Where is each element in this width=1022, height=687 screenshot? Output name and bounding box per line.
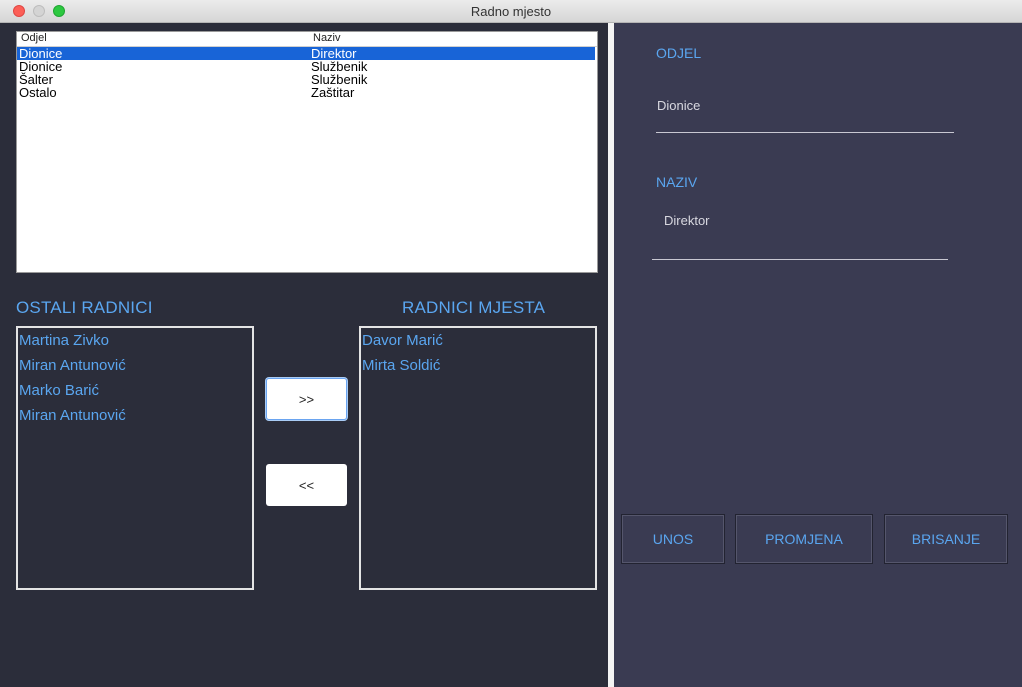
- add-to-mjesto-button[interactable]: >>: [266, 378, 347, 420]
- cell-odjel: Dionice: [19, 59, 63, 74]
- unos-button[interactable]: UNOS: [621, 514, 725, 564]
- title-bar: Radno mjesto: [0, 0, 1022, 23]
- list-item[interactable]: Marko Barić: [18, 378, 252, 403]
- left-panel: Odjel Naziv Dionice Direktor Dionice Slu…: [0, 23, 608, 687]
- column-header-naziv[interactable]: Naziv: [313, 32, 341, 46]
- radnici-mjesta-label: RADNICI MJESTA: [402, 298, 546, 317]
- table-row[interactable]: Dionice Direktor: [17, 47, 595, 60]
- table-row[interactable]: Dionice Službenik: [17, 60, 597, 73]
- ostali-radnici-label: OSTALI RADNICI: [16, 298, 153, 317]
- right-panel: ODJEL Dionice NAZIV Direktor UNOS PROMJE…: [614, 23, 1022, 687]
- promjena-button[interactable]: PROMJENA: [735, 514, 873, 564]
- brisanje-button[interactable]: BRISANJE: [884, 514, 1008, 564]
- radnici-mjesta-list[interactable]: Davor Marić Mirta Soldić: [359, 326, 597, 590]
- list-item[interactable]: Miran Antunović: [18, 403, 252, 428]
- odjel-field[interactable]: Dionice: [657, 98, 700, 113]
- radna-mjesta-table[interactable]: Odjel Naziv Dionice Direktor Dionice Slu…: [16, 31, 598, 273]
- column-header-odjel[interactable]: Odjel: [17, 32, 313, 46]
- cell-naziv: Zaštitar: [311, 85, 355, 100]
- remove-from-mjesto-button[interactable]: <<: [266, 464, 347, 506]
- cell-odjel: Ostalo: [19, 85, 57, 100]
- table-row[interactable]: Ostalo Zaštitar: [17, 86, 597, 99]
- ostali-radnici-list[interactable]: Martina Zivko Miran Antunović Marko Bari…: [16, 326, 254, 590]
- naziv-label: NAZIV: [656, 174, 698, 190]
- odjel-field-underline: [656, 132, 954, 133]
- list-item[interactable]: Mirta Soldić: [361, 353, 595, 378]
- list-item[interactable]: Miran Antunović: [18, 353, 252, 378]
- table-row[interactable]: Šalter Službenik: [17, 73, 597, 86]
- list-item[interactable]: Davor Marić: [361, 328, 595, 353]
- naziv-field-underline: [652, 259, 948, 260]
- list-item[interactable]: Martina Zivko: [18, 328, 252, 353]
- window-title: Radno mjesto: [470, 4, 552, 19]
- table-header: Odjel Naziv: [17, 32, 597, 47]
- cell-odjel: Šalter: [19, 72, 53, 87]
- naziv-field[interactable]: Direktor: [664, 213, 710, 228]
- odjel-label: ODJEL: [656, 45, 702, 61]
